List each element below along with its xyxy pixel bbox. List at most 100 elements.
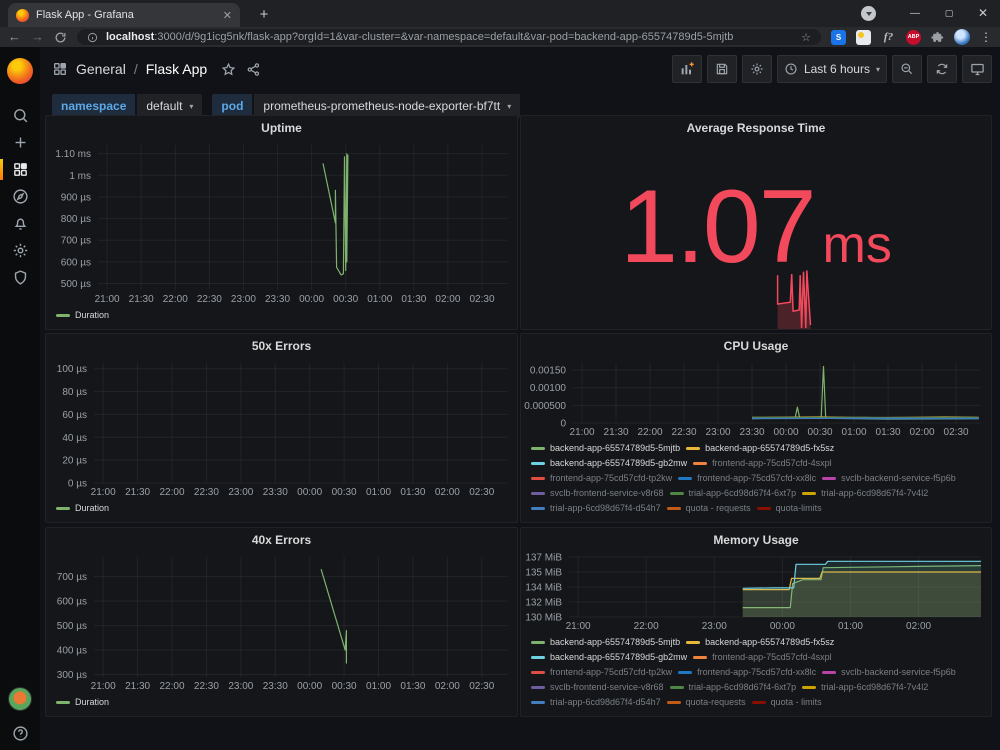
- svg-text:01:30: 01:30: [876, 427, 901, 438]
- memory-usage-chart[interactable]: 21:0022:0023:0000:0001:0002:00137 MiB135…: [521, 551, 991, 633]
- maximize-button[interactable]: ▢: [932, 0, 966, 27]
- back-button[interactable]: ←: [8, 28, 21, 46]
- sidebar-item-create[interactable]: [0, 129, 40, 156]
- legend-item[interactable]: frontend-app-75cd57cfd-tp2kw: [531, 471, 672, 486]
- titlebar-badge-icon[interactable]: [861, 6, 876, 21]
- legend-item[interactable]: Duration: [56, 695, 109, 710]
- grafana-logo[interactable]: [7, 58, 33, 84]
- svg-text:23:00: 23:00: [702, 621, 727, 632]
- legend-item[interactable]: frontend-app-75cd57cfd-4sxpl: [693, 456, 832, 471]
- legend-item[interactable]: svclb-frontend-service-v8r68: [531, 486, 664, 501]
- svg-text:02:00: 02:00: [906, 621, 931, 632]
- extension-screenshot-button[interactable]: [856, 30, 871, 45]
- legend-item[interactable]: quota-requests: [667, 695, 746, 710]
- shield-icon: [12, 269, 29, 286]
- panel-title[interactable]: 40x Errors: [46, 528, 517, 551]
- svg-text:00:30: 00:30: [333, 294, 358, 305]
- legend-item[interactable]: trial-app-6cd98d67f4-6xt7p: [670, 486, 797, 501]
- legend-item[interactable]: trial-app-6cd98d67f4-7v4l2: [802, 486, 928, 501]
- panel-title[interactable]: Uptime: [46, 116, 517, 139]
- svg-text:21:00: 21:00: [570, 427, 595, 438]
- share-dashboard-icon[interactable]: [246, 62, 261, 77]
- legend-item[interactable]: backend-app-65574789d5-5mjtb: [531, 635, 680, 650]
- sidebar-item-server-admin[interactable]: [0, 264, 40, 291]
- panel-title[interactable]: 50x Errors: [46, 334, 517, 357]
- 40x-errors-chart[interactable]: 21:0021:3022:0022:3023:0023:3000:0000:30…: [46, 551, 517, 693]
- url-bar[interactable]: localhost:3000/d/9g1icg5nk/flask-app?org…: [77, 29, 821, 45]
- legend-item[interactable]: Duration: [56, 308, 109, 323]
- uptime-chart[interactable]: 21:0021:3022:0022:3023:0023:3000:0000:30…: [46, 139, 517, 306]
- panel-title[interactable]: CPU Usage: [521, 334, 991, 357]
- user-avatar[interactable]: [8, 687, 32, 711]
- sidebar-item-dashboards[interactable]: [0, 156, 40, 183]
- svg-text:20 µs: 20 µs: [62, 456, 87, 467]
- extension-s-button[interactable]: S: [831, 30, 846, 45]
- legend-item[interactable]: trial-app-6cd98d67f4-d54h7: [531, 501, 661, 516]
- svg-text:1.10 ms: 1.10 ms: [55, 149, 91, 160]
- help-icon[interactable]: [12, 725, 29, 742]
- legend-item[interactable]: frontend-app-75cd57cfd-xx8lc: [678, 665, 816, 680]
- legend-item[interactable]: frontend-app-75cd57cfd-tp2kw: [531, 665, 672, 680]
- legend-item[interactable]: backend-app-65574789d5-gb2mw: [531, 650, 687, 665]
- legend-item[interactable]: svclb-backend-service-f5p6b: [822, 665, 956, 680]
- svg-text:21:00: 21:00: [91, 681, 116, 692]
- site-info-icon[interactable]: [87, 32, 98, 43]
- minimize-button[interactable]: —: [898, 0, 932, 27]
- svg-text:23:30: 23:30: [263, 681, 288, 692]
- close-window-button[interactable]: ✕: [966, 0, 1000, 27]
- breadcrumb-folder[interactable]: General: [76, 61, 126, 77]
- legend-item[interactable]: frontend-app-75cd57cfd-xx8lc: [678, 471, 816, 486]
- reload-button[interactable]: [54, 31, 67, 44]
- add-panel-icon: [679, 61, 695, 77]
- legend-item[interactable]: trial-app-6cd98d67f4-d54h7: [531, 695, 661, 710]
- cpu-usage-chart[interactable]: 21:0021:3022:0022:3023:0023:3000:0000:30…: [521, 357, 991, 439]
- browser-tab[interactable]: Flask App - Grafana ✕: [8, 3, 240, 27]
- star-dashboard-icon[interactable]: [221, 62, 236, 77]
- legend-item[interactable]: trial-app-6cd98d67f4-7v4l2: [802, 680, 928, 695]
- legend-item[interactable]: Duration: [56, 501, 109, 516]
- forward-button[interactable]: →: [31, 28, 44, 46]
- dashboard-settings-button[interactable]: [742, 55, 772, 83]
- zoom-out-button[interactable]: [892, 55, 922, 83]
- time-range-picker[interactable]: Last 6 hours ▾: [777, 55, 887, 83]
- panel-title[interactable]: Memory Usage: [521, 528, 991, 551]
- svg-text:02:30: 02:30: [469, 681, 494, 692]
- sidebar-item-alerting[interactable]: [0, 210, 40, 237]
- browser-profile-avatar[interactable]: [954, 29, 970, 45]
- save-dashboard-button[interactable]: [707, 55, 737, 83]
- extension-abp-button[interactable]: ABP: [906, 30, 921, 45]
- legend-item[interactable]: backend-app-65574789d5-fx5sz: [686, 635, 834, 650]
- cycle-view-button[interactable]: [962, 55, 992, 83]
- tab-close-icon[interactable]: ✕: [223, 9, 232, 22]
- legend-item[interactable]: backend-app-65574789d5-fx5sz: [686, 441, 834, 456]
- legend-item[interactable]: frontend-app-75cd57cfd-4sxpl: [693, 650, 832, 665]
- sidebar-item-configuration[interactable]: [0, 237, 40, 264]
- add-panel-button[interactable]: [672, 55, 702, 83]
- sidebar-item-search[interactable]: [0, 102, 40, 129]
- legend-item[interactable]: backend-app-65574789d5-5mjtb: [531, 441, 680, 456]
- refresh-button[interactable]: [927, 55, 957, 83]
- legend-item[interactable]: svclb-backend-service-f5p6b: [822, 471, 956, 486]
- svg-text:80 µs: 80 µs: [62, 387, 87, 398]
- svg-text:21:30: 21:30: [125, 681, 150, 692]
- plus-icon: [12, 134, 29, 151]
- svg-text:400 µs: 400 µs: [57, 646, 87, 657]
- legend-item[interactable]: svclb-frontend-service-v8r68: [531, 680, 664, 695]
- breadcrumb-title[interactable]: Flask App: [146, 61, 207, 77]
- extensions-puzzle-icon[interactable]: [931, 31, 944, 44]
- legend-item[interactable]: quota - requests: [667, 501, 751, 516]
- 50x-errors-chart[interactable]: 21:0021:3022:0022:3023:0023:3000:0000:30…: [46, 357, 517, 499]
- extension-f-button[interactable]: f?: [881, 30, 896, 45]
- legend-item[interactable]: backend-app-65574789d5-gb2mw: [531, 456, 687, 471]
- new-tab-button[interactable]: +: [252, 6, 276, 24]
- legend-item[interactable]: quota-limits: [757, 501, 822, 516]
- browser-menu-icon[interactable]: ⋮: [980, 30, 992, 44]
- legend-item[interactable]: quota - limits: [752, 695, 822, 710]
- sidebar-item-explore[interactable]: [0, 183, 40, 210]
- bookmark-star-icon[interactable]: ☆: [801, 31, 811, 44]
- panel-title[interactable]: Average Response Time: [521, 116, 991, 139]
- svg-text:137 MiB: 137 MiB: [525, 553, 562, 564]
- svg-text:01:00: 01:00: [366, 487, 391, 498]
- svg-text:23:30: 23:30: [263, 487, 288, 498]
- legend-item[interactable]: trial-app-6cd98d67f4-6xt7p: [670, 680, 797, 695]
